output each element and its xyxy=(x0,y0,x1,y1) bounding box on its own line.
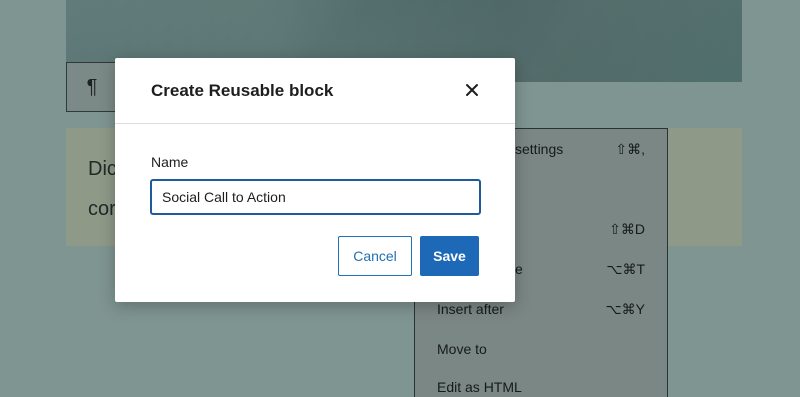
paragraph-text-line-1: Dic xyxy=(88,158,117,180)
cancel-button[interactable]: Cancel xyxy=(338,236,412,276)
dialog-header: Create Reusable block xyxy=(115,58,515,124)
name-input[interactable] xyxy=(150,179,481,215)
menu-item-settings[interactable]: settings ⇧⌘, xyxy=(515,141,645,158)
close-icon-glyph xyxy=(466,83,478,96)
menu-item-duplicate[interactable]: ⇧⌘D xyxy=(515,221,645,238)
close-icon[interactable] xyxy=(465,81,479,101)
pilcrow-icon: ¶ xyxy=(86,75,98,98)
save-button[interactable]: Save xyxy=(420,236,479,276)
paragraph-text-line-2: cor xyxy=(88,198,116,220)
dialog-title: Create Reusable block xyxy=(151,80,334,100)
menu-item-move-to[interactable]: Move to xyxy=(437,341,645,357)
name-field-label: Name xyxy=(151,154,189,170)
menu-item-insert-after[interactable]: Insert after ⌥⌘Y xyxy=(437,301,645,318)
create-reusable-block-dialog: Create Reusable block Name Cancel Save xyxy=(115,58,515,302)
menu-item-insert-before[interactable]: e ⌥⌘T xyxy=(515,261,645,278)
paragraph-block-button[interactable]: ¶ xyxy=(66,62,118,112)
menu-item-edit-as-html[interactable]: Edit as HTML xyxy=(437,379,645,395)
